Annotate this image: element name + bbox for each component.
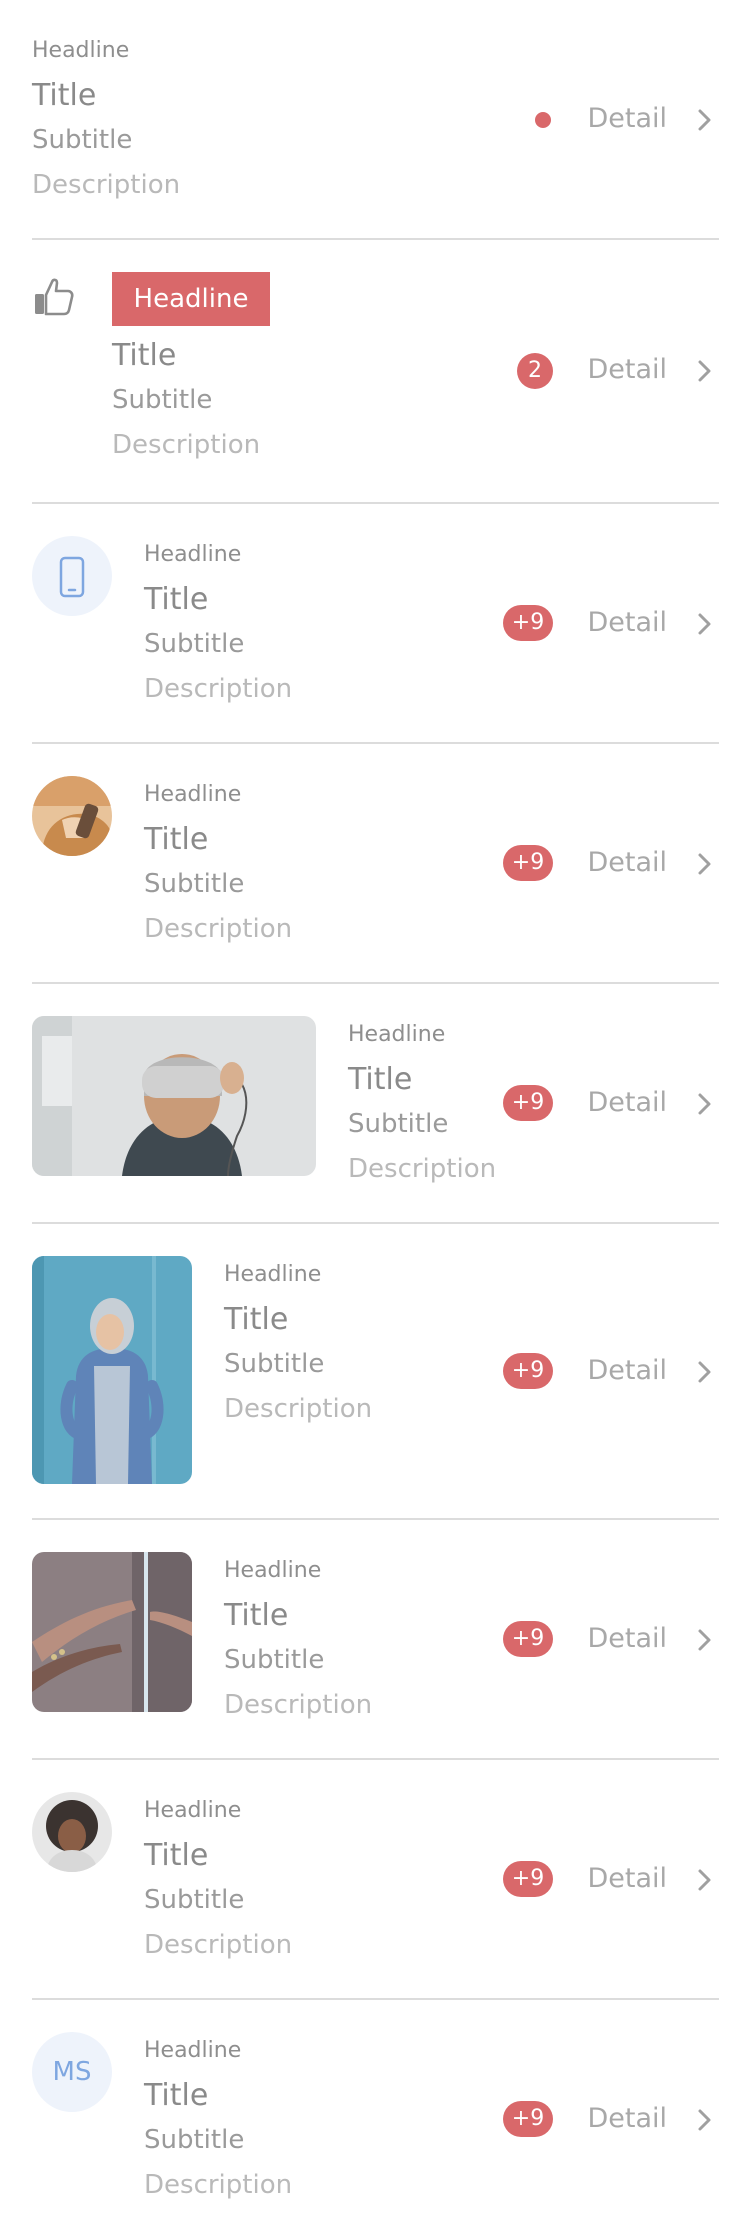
- item-headline: Headline: [224, 1262, 322, 1287]
- count-badge: +9: [503, 1085, 553, 1121]
- count-badge: +9: [503, 605, 553, 641]
- chevron-right-icon[interactable]: [691, 1864, 719, 1896]
- item-headline: Headline: [144, 2038, 242, 2063]
- item-subtitle: Subtitle: [144, 2125, 245, 2155]
- item-detail-link[interactable]: Detail: [587, 1087, 667, 1119]
- list-item[interactable]: Headline Title Subtitle Description +9 D…: [32, 1224, 719, 1518]
- chevron-right-icon[interactable]: [691, 848, 719, 880]
- item-description: Description: [144, 914, 293, 944]
- vr-headset-photo: [32, 1016, 316, 1176]
- item-detail-link[interactable]: Detail: [587, 354, 667, 386]
- chevron-right-icon[interactable]: [691, 2104, 719, 2136]
- item-subtitle: Subtitle: [224, 1645, 325, 1675]
- chevron-right-icon[interactable]: [691, 355, 719, 387]
- item-description: Description: [224, 1690, 373, 1720]
- count-badge: +9: [503, 1861, 553, 1897]
- item-description: Description: [144, 2170, 293, 2200]
- list-item[interactable]: Headline Title Subtitle Description +9 D…: [32, 1520, 719, 1758]
- chevron-right-icon[interactable]: [691, 1356, 719, 1388]
- item-subtitle: Subtitle: [348, 1109, 449, 1139]
- item-detail-link[interactable]: Detail: [587, 607, 667, 639]
- count-badge: +9: [503, 1353, 553, 1389]
- item-subtitle: Subtitle: [224, 1349, 325, 1379]
- count-badge: 2: [517, 353, 553, 389]
- item-subtitle: Subtitle: [144, 1885, 245, 1915]
- item-title: Title: [224, 1598, 289, 1633]
- item-detail-link[interactable]: Detail: [587, 1355, 667, 1387]
- list-item[interactable]: Headline Title Subtitle Description +9 D…: [32, 984, 719, 1222]
- avatar-initials-text: MS: [52, 2057, 92, 2087]
- avatar-photo: [32, 776, 112, 856]
- item-detail-link[interactable]: Detail: [587, 103, 667, 135]
- avatar: [32, 536, 112, 616]
- item-description: Description: [144, 674, 293, 704]
- hands-photo: [32, 1552, 192, 1712]
- item-description: Description: [32, 170, 181, 200]
- avatar-initials: MS: [32, 2032, 112, 2112]
- item-subtitle: Subtitle: [112, 385, 213, 415]
- item-title: Title: [224, 1302, 289, 1337]
- chevron-right-icon[interactable]: [691, 608, 719, 640]
- item-headline: Headline: [144, 542, 242, 567]
- status-dot: [535, 112, 551, 128]
- item-headline: Headline: [224, 1558, 322, 1583]
- hoodie-person-photo: [32, 1256, 192, 1484]
- list-item[interactable]: Headline Title Subtitle Description +9 D…: [32, 504, 719, 742]
- thumbs-up-icon: [32, 274, 76, 318]
- item-headline: Headline: [144, 1798, 242, 1823]
- phone-icon: [58, 556, 86, 598]
- list-item[interactable]: Headline Title Subtitle Description 2 De…: [32, 240, 719, 502]
- item-description: Description: [224, 1394, 373, 1424]
- item-title: Title: [348, 1062, 413, 1097]
- list-item[interactable]: Headline Title Subtitle Description +9 D…: [32, 1760, 719, 1998]
- chevron-right-icon[interactable]: [691, 1624, 719, 1656]
- item-title: Title: [112, 338, 177, 373]
- item-subtitle: Subtitle: [144, 869, 245, 899]
- list-item[interactable]: Headline Title Subtitle Description +9 D…: [32, 744, 719, 982]
- item-description: Description: [348, 1154, 497, 1184]
- list-item[interactable]: MS Headline Title Subtitle Description +…: [32, 2000, 719, 2234]
- list-item[interactable]: Headline Title Subtitle Description Deta…: [32, 0, 719, 238]
- headline-tag: Headline: [112, 272, 270, 326]
- item-title: Title: [144, 1838, 209, 1873]
- chevron-right-icon[interactable]: [691, 104, 719, 136]
- item-subtitle: Subtitle: [144, 629, 245, 659]
- count-badge: +9: [503, 2101, 553, 2137]
- portrait-photo: [32, 1792, 112, 1872]
- item-title: Title: [144, 582, 209, 617]
- count-badge: +9: [503, 1621, 553, 1657]
- item-title: Title: [144, 2078, 209, 2113]
- item-headline: Headline: [32, 38, 130, 63]
- item-headline: Headline: [144, 782, 242, 807]
- item-title: Title: [144, 822, 209, 857]
- item-description: Description: [144, 1930, 293, 1960]
- item-detail-link[interactable]: Detail: [587, 1623, 667, 1655]
- item-description: Description: [112, 430, 261, 460]
- item-headline: Headline: [348, 1022, 446, 1047]
- count-badge: +9: [503, 845, 553, 881]
- item-title: Title: [32, 78, 97, 113]
- item-detail-link[interactable]: Detail: [587, 2103, 667, 2135]
- item-detail-link[interactable]: Detail: [587, 847, 667, 879]
- chevron-right-icon[interactable]: [691, 1088, 719, 1120]
- item-subtitle: Subtitle: [32, 125, 133, 155]
- item-detail-link[interactable]: Detail: [587, 1863, 667, 1895]
